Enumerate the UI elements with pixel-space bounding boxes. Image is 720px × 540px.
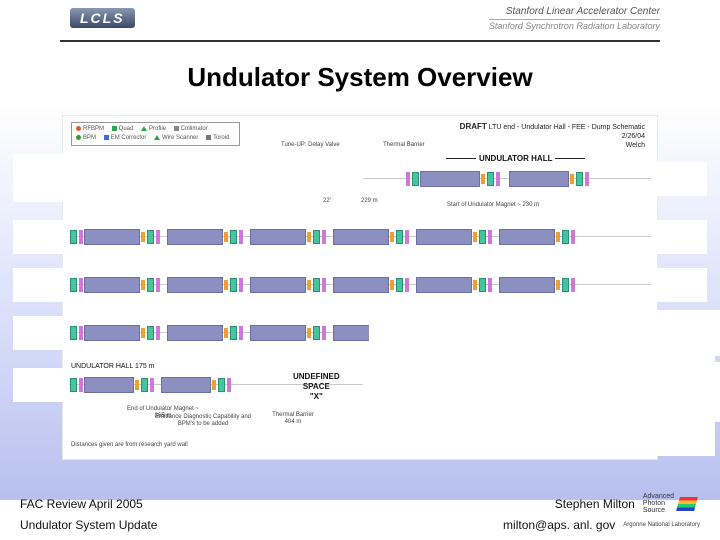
footer-right-1: Stephen Milton <box>555 497 635 511</box>
slide-footer: FAC Review April 2005 Stephen Milton Adv… <box>20 491 700 534</box>
lcls-logo: LCLS <box>70 8 135 28</box>
legend-quad: Quad <box>119 126 134 132</box>
draft-desc: LTU end - Undulator Hall - FEE - Dump Sc… <box>489 124 645 131</box>
legend-tuneup: Tune-UP: Delay Valve <box>281 142 340 149</box>
legend-box: RFBPM Quad Profile Collimator BPM EM Cor… <box>71 122 240 146</box>
affiliation-line2: Stanford Synchrotron Radiation Laborator… <box>489 19 660 31</box>
legend-wirescanner: Wire Scanner <box>162 135 198 141</box>
start-magnet: Start of Undulator Magnet ~ 230 m <box>443 202 543 209</box>
undefined-line1: UNDEFINED <box>293 372 340 382</box>
legend-emcorr: EM Corrector <box>111 135 147 141</box>
affiliation-line1: Stanford Linear Accelerator Center <box>489 6 660 17</box>
lcls-logo-wrap: LCLS <box>70 8 200 36</box>
dim-a: 22' <box>323 198 331 205</box>
slide-title: Undulator System Overview <box>0 62 720 93</box>
overlay-lower-right <box>363 356 715 456</box>
thermal-barrier-404: Thermal Barrier 404 m <box>268 412 318 426</box>
undefined-line3: "X" <box>293 392 340 402</box>
end-magnet-label: End of Undulator Magnet ~ 365 m <box>123 406 203 420</box>
beamline-row-4 <box>69 316 651 350</box>
dim-b: 229 m <box>361 198 378 205</box>
legend-thermal: Thermal Barrier <box>383 142 425 149</box>
aps-logo: Advanced Photon Source <box>643 493 700 514</box>
legend-toroid: Toroid <box>213 135 229 141</box>
footer-left-1: FAC Review April 2005 <box>20 497 143 511</box>
header-rule <box>60 40 660 42</box>
draft-author: Welch <box>460 141 645 150</box>
draft-label: DRAFT <box>460 122 487 131</box>
slide-header: LCLS Stanford Linear Accelerator Center … <box>0 0 720 44</box>
aps-line1: Advanced <box>643 493 674 500</box>
undulator-hall-length: UNDULATOR HALL 175 m <box>71 363 155 370</box>
aps-line3: Source <box>643 507 674 514</box>
footer-right-2: milton@aps. anl. gov <box>503 518 615 532</box>
beamline-row-3 <box>69 268 651 302</box>
legend-rfbpm: RFBPM <box>83 126 104 132</box>
argonne-label: Argonne National Laboratory <box>623 522 700 528</box>
beamline-row-2 <box>69 220 651 254</box>
schematic-diagram: RFBPM Quad Profile Collimator BPM EM Cor… <box>62 115 658 460</box>
beamline-row-1 <box>69 162 651 196</box>
legend-collimator: Collimator <box>181 126 208 132</box>
draft-date: 2/26/04 <box>460 132 645 141</box>
draft-block: DRAFT LTU end - Undulator Hall - FEE - D… <box>460 122 645 150</box>
aps-line2: Photon <box>643 500 674 507</box>
undefined-line2: SPACE <box>293 382 340 392</box>
header-affiliation: Stanford Linear Accelerator Center Stanf… <box>489 6 660 31</box>
legend-bpm: BPM <box>83 135 96 141</box>
aps-bars-icon <box>676 497 698 511</box>
legend-row: RFBPM Quad Profile Collimator BPM EM Cor… <box>71 122 649 146</box>
footer-left-2: Undulator System Update <box>20 518 157 532</box>
legend-profile: Profile <box>149 126 166 132</box>
undefined-space: UNDEFINED SPACE "X" <box>293 372 340 402</box>
distances-note: Distances given are from research yard w… <box>71 442 188 449</box>
